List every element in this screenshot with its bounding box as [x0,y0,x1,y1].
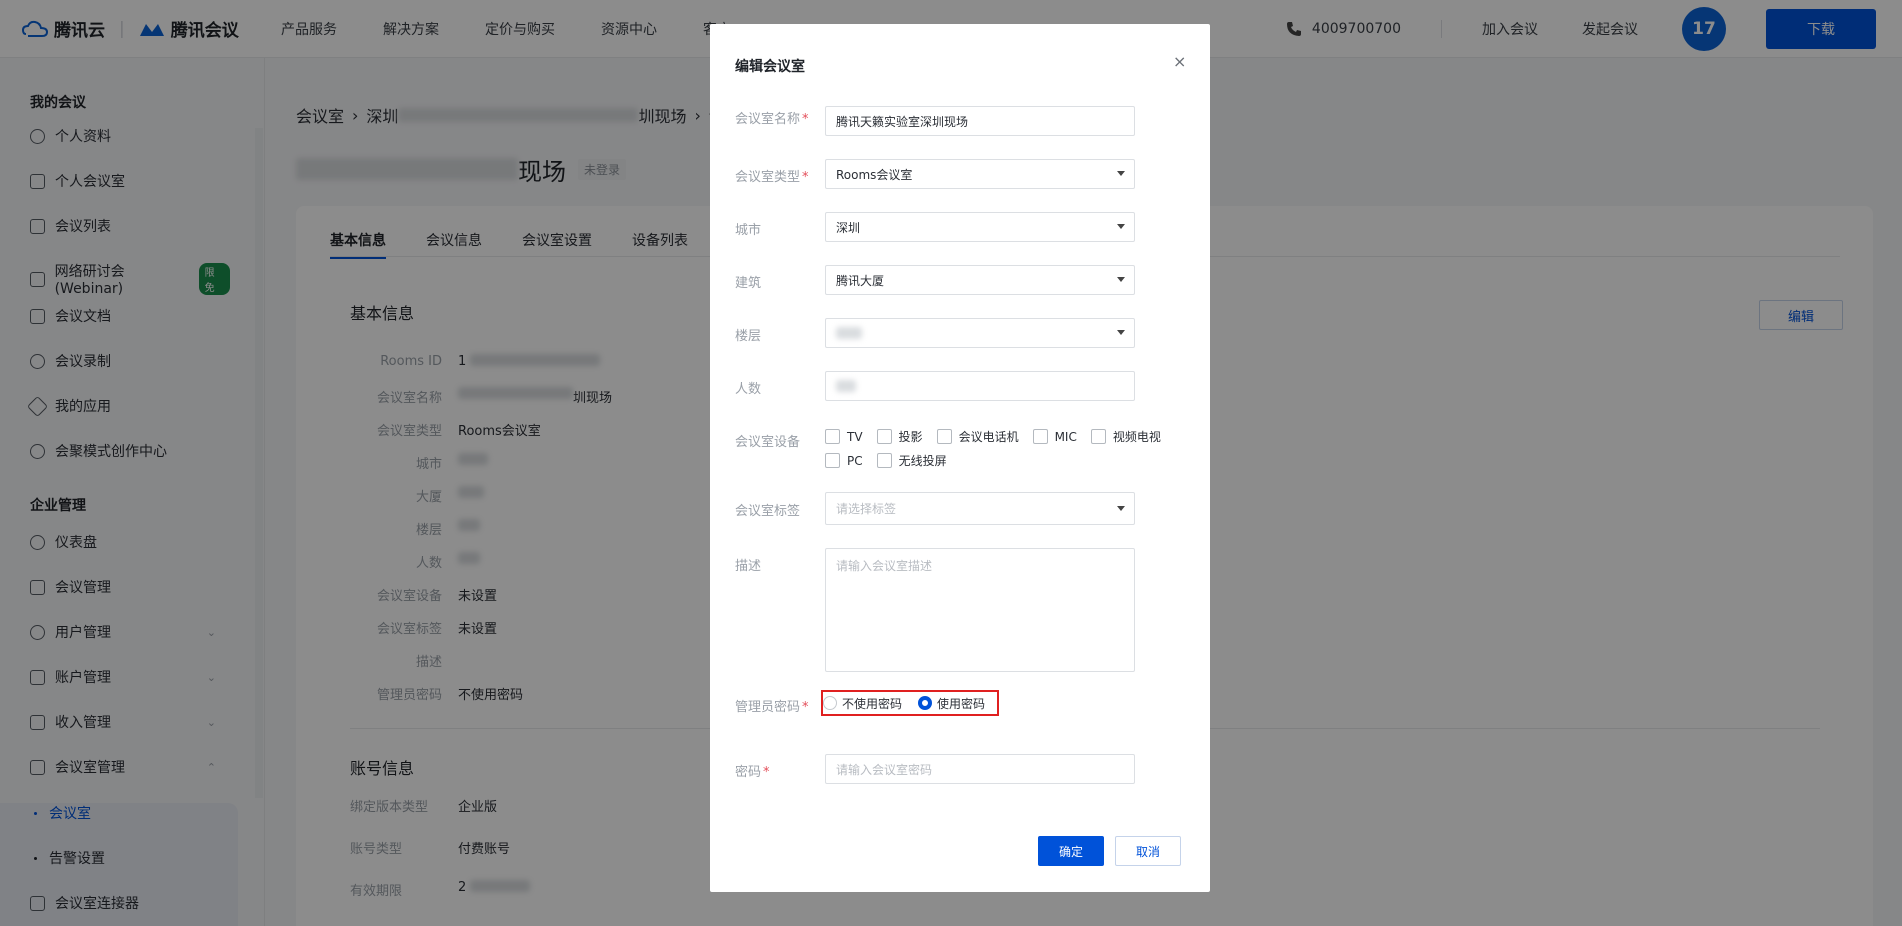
redacted-text [836,327,862,339]
admin-password-radio-group: 不使用密码 使用密码 [821,690,999,716]
field-label-password: 密码 * [735,761,770,780]
select-placeholder: 请选择标签 [836,502,897,516]
password-input[interactable]: 请输入会议室密码 [825,754,1135,784]
description-textarea[interactable]: 请输入会议室描述 [825,548,1135,672]
checkbox-box[interactable] [936,429,952,444]
checkbox-box[interactable] [876,453,892,468]
select-value: 深圳 [836,220,861,235]
device-checkbox-mic[interactable]: MIC [1032,428,1077,445]
radio-circle[interactable] [823,696,837,710]
confirm-button[interactable]: 确定 [1038,836,1104,866]
select-value: 腾讯大厦 [836,273,885,288]
label-text: 会议室名称 [735,112,801,127]
device-checkbox-projector[interactable]: 投影 [876,428,923,445]
checkbox-label: 会议电话机 [958,430,1019,444]
checkbox-box[interactable] [825,453,840,468]
checkbox-label: 投影 [898,430,923,444]
device-checkbox-pc[interactable]: PC [825,452,863,469]
radio-circle-selected[interactable] [918,696,933,710]
checkbox-label: TV [847,429,863,444]
field-label-city: 城市 [735,223,762,238]
chevron-down-icon [1117,224,1125,229]
cancel-button[interactable]: 取消 [1115,836,1181,866]
chevron-down-icon [1117,277,1125,282]
close-icon[interactable]: × [1173,52,1186,71]
field-label-desc: 描述 [735,559,762,574]
label-text: 密码 [735,765,762,780]
required-mark: * [802,170,809,185]
chevron-down-icon [1117,171,1125,176]
device-checkbox-row: PC 无线投屏 [825,452,947,469]
room-type-select[interactable]: Rooms会议室 [825,159,1135,189]
checkbox-box[interactable] [825,429,840,444]
checkbox-label: 视频电视 [1112,430,1161,444]
checkbox-label: MIC [1054,429,1077,444]
checkbox-box[interactable] [1032,429,1048,444]
floor-select[interactable] [825,318,1135,348]
checkbox-label: PC [847,453,863,468]
field-label-name: 会议室名称 * [735,108,809,127]
city-select[interactable]: 深圳 [825,212,1135,242]
radio-label: 使用密码 [937,696,986,711]
edit-room-dialog: 编辑会议室 × 会议室名称 * 腾讯天籁实验室深圳现场 会议室类型 * Rooms会… [710,24,1210,892]
radio-use-password[interactable]: 使用密码 [918,695,985,712]
radio-no-password[interactable]: 不使用密码 [823,695,902,712]
radio-label: 不使用密码 [842,696,903,711]
field-label-floor: 楼层 [735,329,762,344]
field-label-building: 建筑 [735,276,762,291]
device-checkbox-tv[interactable]: TV [825,428,863,445]
capacity-input[interactable] [825,371,1135,401]
dialog-title: 编辑会议室 [735,59,805,75]
building-select[interactable]: 腾讯大厦 [825,265,1135,295]
required-mark: * [802,700,809,715]
room-name-input[interactable]: 腾讯天籁实验室深圳现场 [825,106,1135,136]
required-mark: * [802,112,809,127]
checkbox-box[interactable] [876,429,892,444]
required-mark: * [763,765,770,780]
device-checkbox-phone[interactable]: 会议电话机 [936,428,1019,445]
chevron-down-icon [1117,330,1125,335]
field-label-admin-password: 管理员密码 * [735,696,809,715]
field-label-devices: 会议室设备 [735,435,801,450]
label-text: 管理员密码 [735,700,801,715]
device-checkbox-wireless-cast[interactable]: 无线投屏 [876,452,947,469]
device-checkbox-video-tv[interactable]: 视频电视 [1090,428,1161,445]
field-label-tags: 会议室标签 [735,504,801,519]
tags-select[interactable]: 请选择标签 [825,492,1135,525]
redacted-text [836,380,856,392]
field-label-capacity: 人数 [735,382,762,397]
field-label-type: 会议室类型 * [735,166,809,185]
device-checkbox-row: TV 投影 会议电话机 MIC 视频电视 [825,428,1161,445]
select-value: Rooms会议室 [836,167,913,182]
checkbox-box[interactable] [1090,429,1106,444]
label-text: 会议室类型 [735,170,801,185]
checkbox-label: 无线投屏 [898,454,947,468]
chevron-down-icon [1117,506,1125,511]
